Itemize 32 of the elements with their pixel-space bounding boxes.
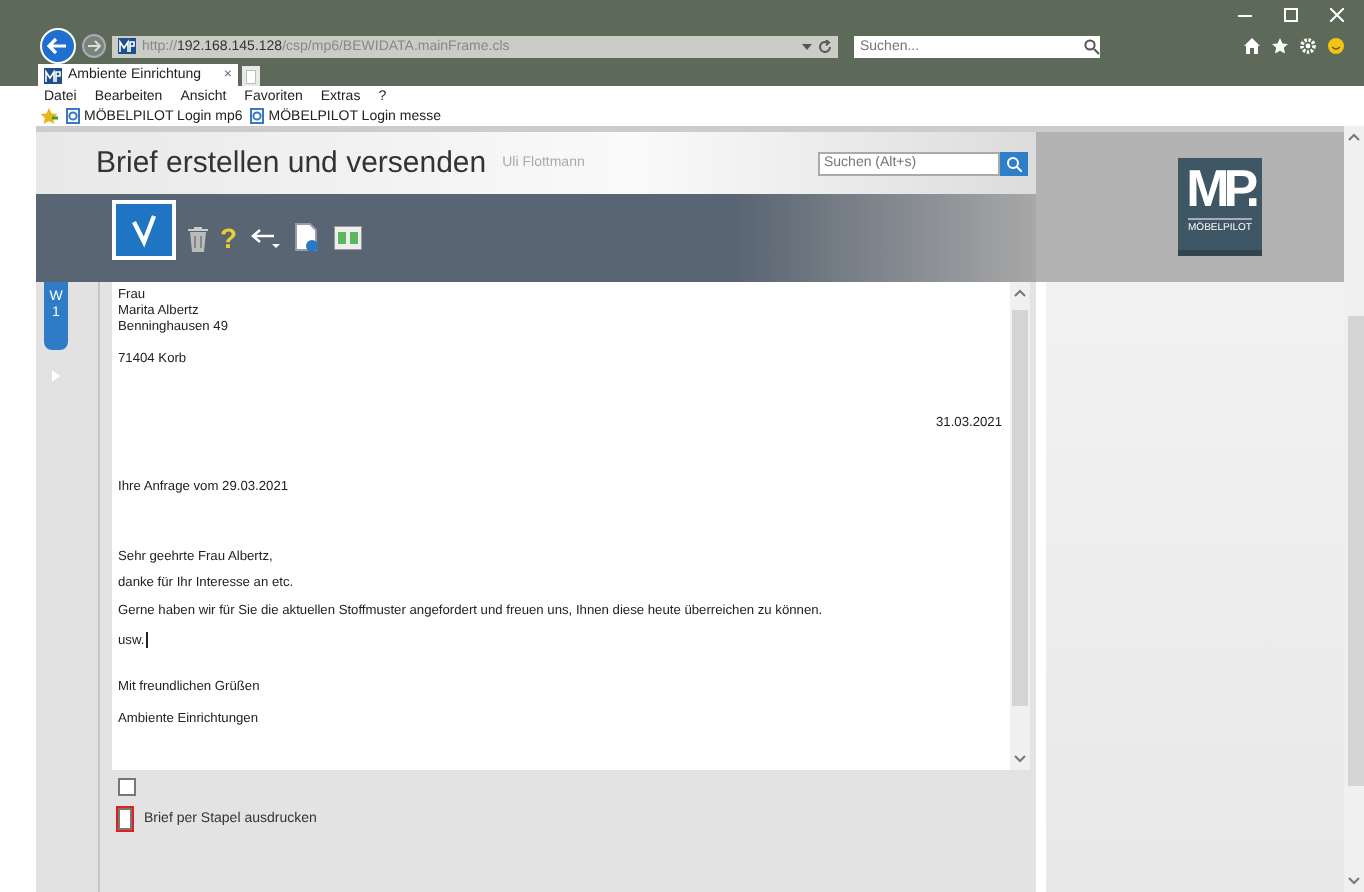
- scroll-up-icon[interactable]: [1014, 288, 1026, 300]
- refresh-icon[interactable]: [818, 39, 832, 53]
- scrollbar[interactable]: [1010, 282, 1030, 770]
- scrollbar[interactable]: [1344, 126, 1364, 892]
- checkmark-icon[interactable]: [112, 200, 176, 260]
- checkbox[interactable]: [118, 808, 132, 830]
- search-icon: [1006, 155, 1022, 171]
- maximize-icon[interactable]: [1284, 7, 1298, 21]
- site-logo-icon: [44, 67, 62, 83]
- scroll-down-icon[interactable]: [1348, 874, 1360, 886]
- scroll-up-icon[interactable]: [1348, 132, 1360, 144]
- page-title: Brief erstellen und versenden: [96, 146, 487, 180]
- help-button[interactable]: ?: [220, 222, 238, 254]
- home-icon[interactable]: [1244, 38, 1260, 54]
- star-icon[interactable]: [1272, 38, 1288, 54]
- dropdown-icon[interactable]: [802, 43, 812, 49]
- smiley-icon[interactable]: [1328, 38, 1344, 54]
- page-icon: [250, 108, 265, 124]
- site-logo-icon: [118, 38, 136, 54]
- search-icon: [1084, 35, 1100, 57]
- back-arrow-icon[interactable]: [249, 226, 282, 250]
- gear-icon[interactable]: [1300, 38, 1316, 54]
- trash-icon[interactable]: [188, 225, 208, 251]
- favorites-star-icon[interactable]: [40, 108, 58, 124]
- book-icon[interactable]: [333, 226, 362, 250]
- forward-icon[interactable]: [82, 34, 106, 58]
- checkbox[interactable]: [118, 778, 136, 796]
- close-icon[interactable]: [1330, 7, 1344, 21]
- back-icon[interactable]: [40, 28, 76, 64]
- scroll-down-icon[interactable]: [1014, 752, 1026, 764]
- document-preview-icon[interactable]: [293, 222, 322, 254]
- page-icon: [66, 108, 80, 124]
